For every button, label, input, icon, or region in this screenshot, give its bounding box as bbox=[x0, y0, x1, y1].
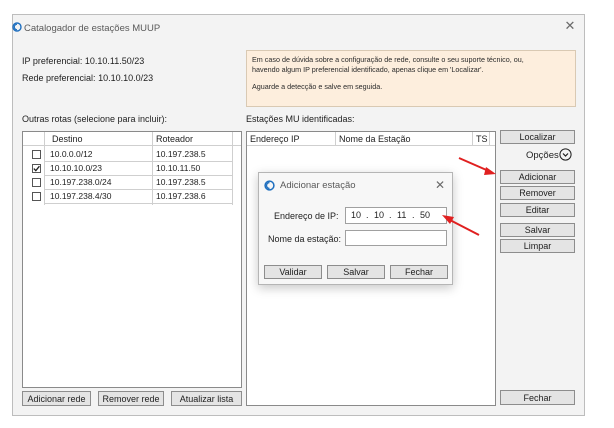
ip-pref-value: 10.10.11.50/23 bbox=[84, 56, 145, 66]
validar-button[interactable]: Validar bbox=[264, 265, 322, 279]
routes-col-roteador[interactable]: Roteador bbox=[156, 132, 193, 146]
route-roteador-1: 10.10.11.50 bbox=[156, 163, 201, 173]
info-line-2: havendo algum IP preferencial identifica… bbox=[252, 65, 484, 74]
info-line-3: Aguarde a detecção e salve em seguida. bbox=[252, 82, 383, 91]
update-list-button[interactable]: Atualizar lista bbox=[171, 391, 242, 406]
ip-octet-1[interactable]: 10 bbox=[351, 208, 361, 223]
rede-pref-value: 10.10.10.0/23 bbox=[98, 73, 154, 83]
stations-col-divider-2 bbox=[472, 132, 473, 145]
ip-pref-label: IP preferencial: bbox=[22, 56, 83, 66]
dialog-title: Adicionar estação bbox=[280, 180, 356, 191]
close-icon[interactable]: ✕ bbox=[563, 19, 577, 33]
opcoes-label[interactable]: Opções bbox=[526, 150, 559, 161]
rede-preferencial: Rede preferencial: 10.10.10.0/23 bbox=[22, 73, 153, 83]
ip-label: Endereço de IP: bbox=[274, 211, 339, 221]
remover-button[interactable]: Remover bbox=[500, 186, 575, 200]
station-name-label: Nome da estação: bbox=[268, 234, 342, 244]
route-roteador-3: 10.197.238.6 bbox=[156, 191, 206, 201]
route-destino-3: 10.197.238.4/30 bbox=[50, 191, 112, 201]
station-name-field[interactable] bbox=[345, 230, 447, 246]
stations-col-divider-3 bbox=[489, 132, 490, 145]
checkmark-icon bbox=[33, 165, 40, 172]
info-box: Em caso de dúvida sobre a configuração d… bbox=[246, 50, 576, 107]
routes-col-divider-2 bbox=[152, 132, 153, 205]
routes-heading: Outras rotas (selecione para incluir): bbox=[22, 114, 168, 124]
ip-octet-4[interactable]: 50 bbox=[420, 208, 430, 223]
annotation-arrow-icon bbox=[442, 215, 480, 236]
ip-preferencial: IP preferencial: 10.10.11.50/23 bbox=[22, 56, 144, 66]
localizar-button[interactable]: Localizar bbox=[500, 130, 575, 144]
stations-col-name[interactable]: Nome da Estação bbox=[339, 132, 411, 146]
routes-col-divider-3 bbox=[232, 132, 233, 205]
window-title: Catalogador de estações MUUP bbox=[24, 23, 161, 34]
fechar-main-button[interactable]: Fechar bbox=[500, 390, 575, 405]
annotation-arrow-icon bbox=[458, 157, 496, 175]
route-destino-2: 10.197.238.0/24 bbox=[50, 177, 112, 187]
dialog-salvar-button[interactable]: Salvar bbox=[327, 265, 385, 279]
route-destino-1: 10.10.10.0/23 bbox=[50, 163, 102, 173]
stations-col-ts[interactable]: TS bbox=[476, 132, 488, 146]
editar-button[interactable]: Editar bbox=[500, 203, 575, 217]
route-destino-0: 10.0.0.0/12 bbox=[50, 149, 93, 159]
routes-col-destino[interactable]: Destino bbox=[52, 132, 83, 146]
add-network-button[interactable]: Adicionar rede bbox=[22, 391, 91, 406]
remove-network-button[interactable]: Remover rede bbox=[98, 391, 164, 406]
route-checkbox-2[interactable] bbox=[32, 178, 41, 187]
limpar-button[interactable]: Limpar bbox=[500, 239, 575, 253]
route-checkbox-1[interactable] bbox=[32, 164, 41, 173]
ip-separator: . bbox=[389, 210, 392, 220]
dialog-fechar-button[interactable]: Fechar bbox=[390, 265, 448, 279]
dialog-app-logo-icon bbox=[264, 180, 275, 191]
ip-octet-3[interactable]: 11 bbox=[397, 208, 406, 223]
ip-octet-2[interactable]: 10 bbox=[374, 208, 384, 223]
adicionar-button[interactable]: Adicionar bbox=[500, 170, 575, 184]
app-logo-icon bbox=[12, 22, 22, 32]
salvar-button[interactable]: Salvar bbox=[500, 223, 575, 237]
routes-col-divider-1 bbox=[44, 132, 45, 205]
rede-pref-label: Rede preferencial: bbox=[22, 73, 96, 83]
ip-address-field[interactable]: 10 . 10 . 11 . 50 bbox=[345, 207, 447, 224]
route-checkbox-3[interactable] bbox=[32, 192, 41, 201]
route-roteador-2: 10.197.238.5 bbox=[156, 177, 206, 187]
ip-separator: . bbox=[366, 210, 369, 220]
stations-col-divider-1 bbox=[335, 132, 336, 145]
route-row-divider bbox=[45, 203, 232, 204]
stations-col-ip[interactable]: Endereço IP bbox=[250, 132, 300, 146]
chevron-down-circle-icon[interactable] bbox=[559, 148, 572, 161]
stations-heading: Estações MU identificadas: bbox=[246, 114, 355, 124]
dialog-close-icon[interactable]: ✕ bbox=[435, 178, 445, 192]
ip-separator: . bbox=[412, 210, 415, 220]
info-line-1: Em caso de dúvida sobre a configuração d… bbox=[252, 55, 524, 64]
route-roteador-0: 10.197.238.5 bbox=[156, 149, 206, 159]
route-checkbox-0[interactable] bbox=[32, 150, 41, 159]
